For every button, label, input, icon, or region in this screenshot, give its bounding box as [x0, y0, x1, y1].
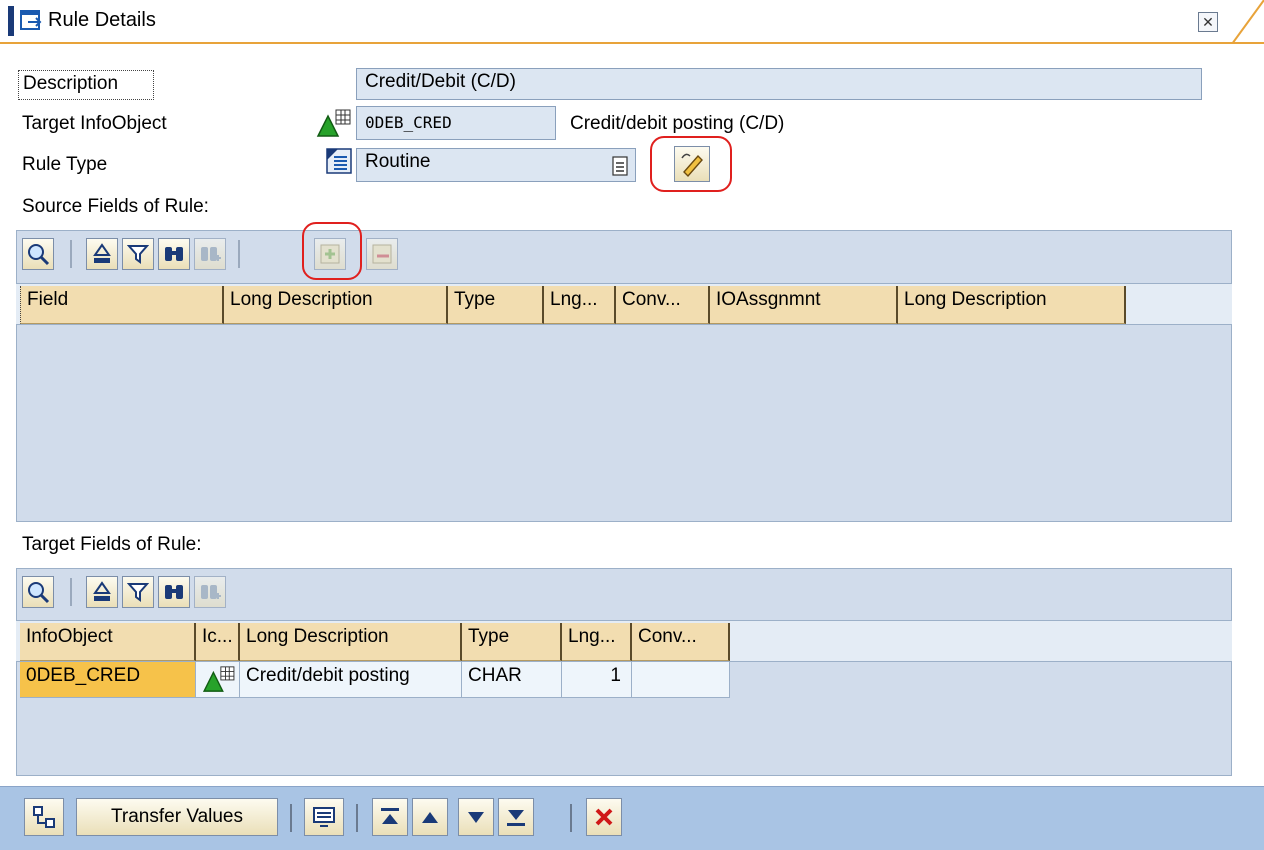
edit-routine-icon: [681, 153, 703, 178]
target-sort-button[interactable]: [86, 576, 118, 608]
target-col-long-description[interactable]: Long Description: [240, 623, 462, 661]
source-col-long-description-2[interactable]: Long Description: [898, 286, 1126, 324]
page-up-button[interactable]: [412, 798, 448, 836]
target-col-type[interactable]: Type: [462, 623, 562, 661]
hierarchy-icon: [33, 806, 55, 828]
rule-type-select[interactable]: Routine: [356, 148, 636, 182]
target-col-conv[interactable]: Conv...: [632, 623, 730, 661]
title-corner: [1232, 0, 1264, 44]
target-row-type[interactable]: CHAR: [462, 662, 562, 698]
find-icon: [165, 585, 183, 599]
window-title: Rule Details: [48, 9, 156, 31]
toolbar-separator: [70, 240, 72, 268]
cancel-button[interactable]: [586, 798, 622, 836]
target-find-next-button[interactable]: [194, 576, 226, 608]
source-sort-button[interactable]: [86, 238, 118, 270]
target-infoobject-label: Target InfoObject: [22, 113, 167, 134]
source-col-lng[interactable]: Lng...: [544, 286, 616, 324]
toolbar-separator: [570, 804, 572, 832]
target-infoobject-field[interactable]: 0DEB_CRED: [356, 106, 556, 140]
dialog-icon: [20, 10, 42, 30]
page-up-icon: [422, 812, 438, 823]
find-next-icon: [201, 585, 221, 599]
source-col-conv[interactable]: Conv...: [616, 286, 710, 324]
insert-row-icon: [320, 244, 340, 264]
sort-icon: [93, 581, 111, 601]
target-infoobject-text: Credit/debit posting (C/D): [570, 113, 785, 134]
source-details-button[interactable]: [22, 238, 54, 270]
delete-row-icon: [372, 244, 392, 264]
toolbar-separator: [238, 240, 240, 268]
source-filter-button[interactable]: [122, 238, 154, 270]
first-page-button[interactable]: [372, 798, 408, 836]
first-page-icon: [381, 808, 399, 824]
source-find-next-button[interactable]: [194, 238, 226, 270]
filter-icon: [127, 583, 149, 602]
source-fields-heading: Source Fields of Rule:: [22, 196, 209, 217]
transfer-values-button[interactable]: Transfer Values: [76, 798, 278, 836]
source-find-button[interactable]: [158, 238, 190, 270]
last-page-icon: [507, 810, 525, 826]
screen-button[interactable]: [304, 798, 344, 836]
page-down-button[interactable]: [458, 798, 494, 836]
source-col-ioassgnmnt[interactable]: IOAssgnmnt: [710, 286, 898, 324]
dropdown-icon[interactable]: [612, 156, 628, 176]
edit-routine-button[interactable]: [674, 146, 710, 182]
source-insert-row-button[interactable]: [314, 238, 346, 270]
source-col-long-description[interactable]: Long Description: [224, 286, 448, 324]
infoobject-icon: [202, 666, 235, 692]
target-col-icon[interactable]: Ic...: [196, 623, 240, 661]
description-label: Description: [18, 70, 154, 100]
toolbar-separator: [356, 804, 358, 832]
target-row-icon: [196, 662, 240, 698]
screen-icon: [313, 807, 335, 827]
sort-icon: [93, 243, 111, 263]
toolbar-separator: [70, 578, 72, 606]
hierarchy-button[interactable]: [24, 798, 64, 836]
cancel-icon: [595, 808, 613, 826]
target-details-button[interactable]: [22, 576, 54, 608]
details-icon: [28, 582, 50, 604]
target-fields-heading: Target Fields of Rule:: [22, 534, 202, 555]
filter-icon: [127, 245, 149, 264]
target-col-infoobject[interactable]: InfoObject: [20, 623, 196, 661]
toolbar-separator: [290, 804, 292, 832]
source-col-type[interactable]: Type: [448, 286, 544, 324]
target-filter-button[interactable]: [122, 576, 154, 608]
rule-type-label: Rule Type: [22, 154, 108, 175]
description-field[interactable]: Credit/Debit (C/D): [356, 68, 1202, 100]
title-bar: [0, 0, 1264, 44]
page-down-icon: [468, 812, 484, 823]
target-row-infoobject[interactable]: 0DEB_CRED: [20, 662, 196, 698]
target-col-lng[interactable]: Lng...: [562, 623, 632, 661]
title-accent: [8, 6, 14, 36]
source-fields-panel: [16, 230, 1232, 522]
find-icon: [165, 247, 183, 261]
find-next-icon: [201, 247, 221, 261]
details-icon: [28, 244, 50, 266]
last-page-button[interactable]: [498, 798, 534, 836]
source-col-field[interactable]: Field: [20, 286, 224, 324]
infoobject-icon: [316, 109, 351, 137]
target-find-button[interactable]: [158, 576, 190, 608]
target-row-long-description[interactable]: Credit/debit posting: [240, 662, 462, 698]
source-delete-row-button[interactable]: [366, 238, 398, 270]
rule-type-icon: [326, 148, 352, 174]
close-icon[interactable]: ✕: [1198, 12, 1218, 32]
target-row-conv[interactable]: [632, 662, 730, 698]
target-row-lng[interactable]: 1: [562, 662, 632, 698]
